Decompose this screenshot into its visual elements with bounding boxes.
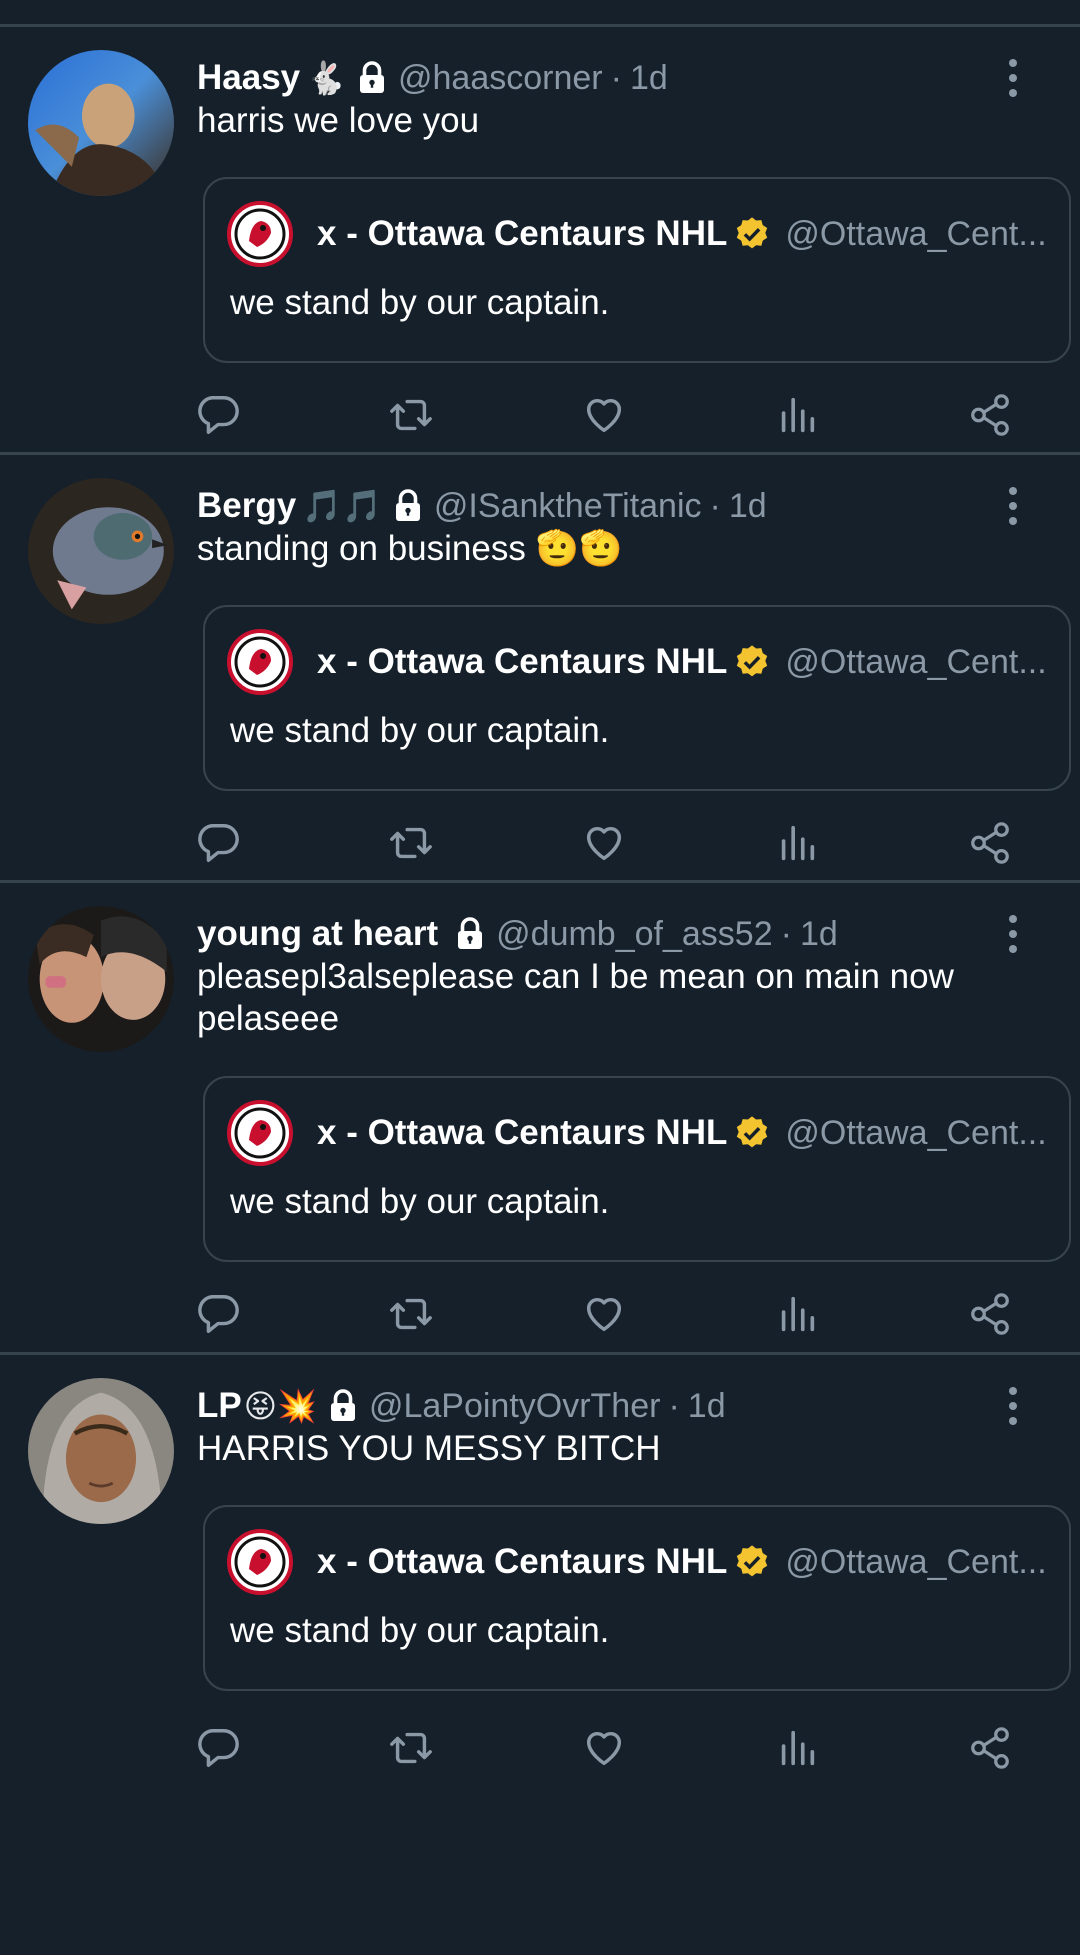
tweet[interactable]: Bergy 🎵🎵 @ISanktheTitanic · 1d standing … [0,455,1080,883]
verified-badge-icon [737,1545,768,1577]
more-vertical-icon[interactable] [1001,1385,1025,1427]
analytics-icon[interactable] [774,1291,820,1337]
avatar[interactable] [28,1378,174,1524]
action-bar [195,392,1035,442]
timestamp[interactable]: 1d [800,915,838,954]
reply-icon[interactable] [195,1291,241,1337]
tweet[interactable]: young at heart @dumb_of_ass52 · 1d pleas… [0,883,1080,1355]
quoted-tweet[interactable]: x - Ottawa Centaurs NHL @Ottawa_Cent... … [203,1076,1071,1262]
team-logo-avatar [227,201,293,267]
share-icon[interactable] [967,392,1013,438]
timestamp[interactable]: 1d [729,487,767,526]
quoted-text: we stand by our captain. [230,711,610,750]
quoted-display-name: x - Ottawa Centaurs NHL [317,642,728,681]
quoted-text: we stand by our captain. [230,283,610,322]
tweet-text: standing on business 🫡🫡 [197,529,623,568]
lock-icon [359,61,384,93]
name-emoji: 🐇 [306,60,346,96]
quoted-handle: @Ottawa_Cent... [785,1542,1047,1581]
action-bar [195,1725,1035,1775]
tweet-text: pleasepl3alseplease can I be mean on mai… [197,957,954,1038]
analytics-icon[interactable] [774,1725,820,1771]
separator: · [610,58,622,97]
handle[interactable]: @LaPointyOvrTher [369,1387,661,1426]
lock-icon [458,917,483,949]
tweet-header: Bergy 🎵🎵 @ISanktheTitanic · 1d [197,483,767,529]
quoted-tweet[interactable]: x - Ottawa Centaurs NHL @Ottawa_Cent... … [203,1505,1071,1691]
action-bar [195,820,1035,870]
quoted-handle: @Ottawa_Cent... [785,214,1047,253]
heart-icon[interactable] [581,1291,627,1337]
quoted-tweet[interactable]: x - Ottawa Centaurs NHL @Ottawa_Cent... … [203,177,1071,363]
tweet-header: LP 😝💥 @LaPointyOvrTher · 1d [197,1383,726,1429]
team-logo-avatar [227,1529,293,1595]
separator: · [668,1386,680,1425]
more-vertical-icon[interactable] [1001,57,1025,99]
separator: · [709,486,721,525]
name-emoji: 😝💥 [243,1388,317,1424]
share-icon[interactable] [967,820,1013,866]
reply-icon[interactable] [195,820,241,866]
more-vertical-icon[interactable] [1001,913,1025,955]
heart-icon[interactable] [581,820,627,866]
verified-badge-icon [737,1116,768,1148]
team-logo-avatar [227,629,293,695]
display-name[interactable]: young at heart [197,914,438,954]
avatar[interactable] [28,478,174,624]
quoted-display-name: x - Ottawa Centaurs NHL [317,1542,728,1581]
quoted-handle: @Ottawa_Cent... [785,642,1047,681]
quoted-header: x - Ottawa Centaurs NHL @Ottawa_Cent... [317,209,1047,259]
analytics-icon[interactable] [774,820,820,866]
timestamp[interactable]: 1d [688,1387,726,1426]
retweet-icon[interactable] [388,820,434,866]
quoted-text: we stand by our captain. [230,1611,610,1650]
separator: · [780,914,792,953]
reply-icon[interactable] [195,392,241,438]
quoted-tweet[interactable]: x - Ottawa Centaurs NHL @Ottawa_Cent... … [203,605,1071,791]
avatar[interactable] [28,906,174,1052]
quoted-handle: @Ottawa_Cent... [785,1113,1047,1152]
tweet[interactable]: Haasy 🐇 @haascorner · 1d harris we love … [0,27,1080,455]
team-logo-avatar [227,1100,293,1166]
display-name[interactable]: Bergy [197,486,296,526]
quoted-header: x - Ottawa Centaurs NHL @Ottawa_Cent... [317,637,1047,687]
lock-icon [395,489,420,521]
share-icon[interactable] [967,1291,1013,1337]
action-bar [195,1291,1035,1341]
share-icon[interactable] [967,1725,1013,1771]
tweet-header: young at heart @dumb_of_ass52 · 1d [197,911,838,957]
name-emoji: 🎵🎵 [302,488,382,524]
tweet[interactable]: LP 😝💥 @LaPointyOvrTher · 1d HARRIS YOU M… [0,1355,1080,1955]
verified-badge-icon [737,217,768,249]
more-vertical-icon[interactable] [1001,485,1025,527]
handle[interactable]: @dumb_of_ass52 [496,915,772,954]
tweet-text: harris we love you [197,101,480,140]
handle[interactable]: @haascorner [398,59,603,98]
quoted-header: x - Ottawa Centaurs NHL @Ottawa_Cent... [317,1108,1047,1158]
analytics-icon[interactable] [774,392,820,438]
retweet-icon[interactable] [388,1725,434,1771]
retweet-icon[interactable] [388,392,434,438]
display-name[interactable]: Haasy [197,58,300,98]
quoted-header: x - Ottawa Centaurs NHL @Ottawa_Cent... [317,1537,1047,1587]
quoted-text: we stand by our captain. [230,1182,610,1221]
timestamp[interactable]: 1d [630,59,668,98]
avatar[interactable] [28,50,174,196]
retweet-icon[interactable] [388,1291,434,1337]
display-name[interactable]: LP [197,1386,242,1426]
heart-icon[interactable] [581,1725,627,1771]
handle[interactable]: @ISanktheTitanic [434,487,702,526]
quoted-display-name: x - Ottawa Centaurs NHL [317,1113,728,1152]
tweet-header: Haasy 🐇 @haascorner · 1d [197,55,668,101]
heart-icon[interactable] [581,392,627,438]
reply-feed: Haasy 🐇 @haascorner · 1d harris we love … [0,27,1080,1955]
reply-icon[interactable] [195,1725,241,1771]
lock-icon [330,1389,355,1421]
quoted-display-name: x - Ottawa Centaurs NHL [317,214,728,253]
verified-badge-icon [737,645,768,677]
tweet-text: HARRIS YOU MESSY BITCH [197,1429,661,1468]
